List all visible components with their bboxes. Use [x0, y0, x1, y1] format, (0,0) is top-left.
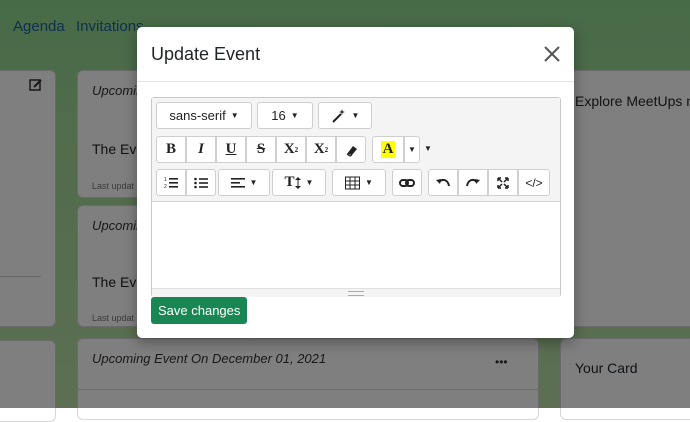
line-height-dropdown[interactable]: T ▼: [272, 169, 326, 196]
italic-label: I: [198, 141, 204, 157]
bold-label: B: [165, 141, 176, 157]
editor-content-area[interactable]: [152, 202, 560, 288]
subscript-button[interactable]: X2: [306, 136, 336, 163]
align-left-icon: [230, 177, 245, 188]
magic-wand-icon: [331, 108, 345, 123]
paragraph-align-dropdown[interactable]: ▼: [218, 169, 270, 196]
link-button[interactable]: [392, 169, 422, 196]
redo-button[interactable]: [458, 169, 488, 196]
undo-icon: [436, 178, 450, 186]
underline-label: U: [225, 141, 237, 157]
modal-title: Update Event: [151, 44, 261, 64]
superscript-button[interactable]: X2: [276, 136, 306, 163]
unordered-list-icon: [194, 177, 208, 188]
bold-button[interactable]: B: [156, 136, 186, 163]
unordered-list-button[interactable]: [186, 169, 216, 196]
font-size-value: 16: [271, 108, 286, 123]
line-height-label: T: [284, 174, 295, 190]
editor-resize-handle[interactable]: [152, 288, 560, 297]
highlight-color-button[interactable]: A: [372, 136, 404, 163]
svg-text:1: 1: [164, 177, 167, 183]
table-icon: [345, 176, 361, 189]
link-icon: [399, 178, 415, 187]
svg-text:2: 2: [164, 184, 167, 190]
strikethrough-label: S: [256, 141, 266, 157]
clear-format-button[interactable]: [336, 136, 366, 163]
resize-grip-icon: [348, 291, 364, 296]
redo-icon: [466, 178, 480, 186]
strikethrough-button[interactable]: S: [246, 136, 276, 163]
highlight-label: A: [380, 141, 396, 158]
subscript-label: X: [313, 141, 325, 157]
color-more-caret[interactable]: ▼: [424, 144, 432, 153]
rich-text-editor: sans-serif ▼ 16 ▼ ▼ B I U S X 2 X 2 A ▼ …: [151, 97, 561, 297]
fullscreen-button[interactable]: [488, 169, 518, 196]
update-event-modal: Update Event sans-serif ▼ 16 ▼ ▼ B I U S…: [137, 27, 574, 338]
italic-button[interactable]: I: [186, 136, 216, 163]
close-icon[interactable]: [540, 42, 564, 66]
table-dropdown[interactable]: ▼: [332, 169, 386, 196]
ordered-list-button[interactable]: 1 2: [156, 169, 186, 196]
editor-toolbar: sans-serif ▼ 16 ▼ ▼ B I U S X 2 X 2 A ▼ …: [152, 98, 560, 202]
ordered-list-icon: 1 2: [164, 177, 178, 190]
eraser-icon: [346, 145, 357, 157]
font-family-value: sans-serif: [169, 108, 226, 123]
modal-header: Update Event: [137, 27, 574, 82]
style-dropdown[interactable]: ▼: [318, 102, 372, 129]
font-size-dropdown[interactable]: 16 ▼: [257, 102, 313, 129]
underline-button[interactable]: U: [216, 136, 246, 163]
fullscreen-icon: [497, 176, 509, 189]
save-changes-button[interactable]: Save changes: [151, 297, 248, 324]
superscript-label: X: [283, 141, 295, 157]
highlight-color-dropdown[interactable]: ▼: [404, 136, 420, 163]
code-view-label: </>: [525, 175, 543, 190]
undo-button[interactable]: [428, 169, 458, 196]
code-view-button[interactable]: </>: [518, 169, 550, 196]
line-height-icon: [294, 176, 301, 189]
font-family-dropdown[interactable]: sans-serif ▼: [156, 102, 252, 129]
